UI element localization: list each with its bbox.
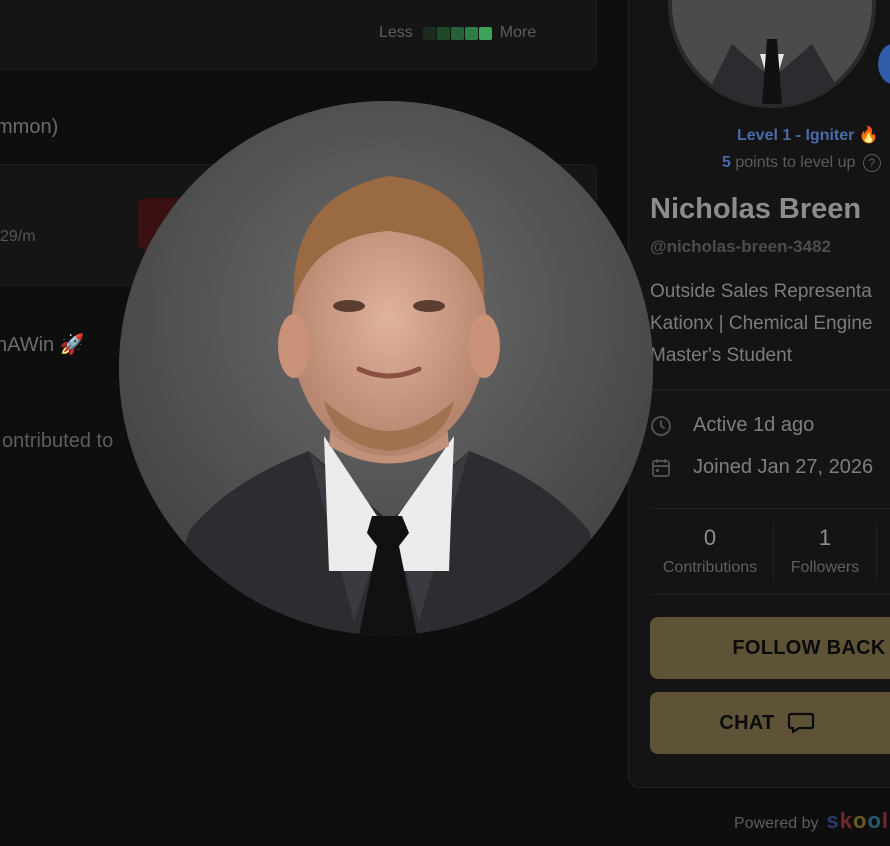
level-text: Level 1 - Igniter 🔥 bbox=[737, 127, 879, 144]
powered-by[interactable]: Powered by skool bbox=[734, 808, 889, 834]
legend-squares bbox=[422, 26, 492, 40]
stat-followers-label[interactable]: Followers bbox=[775, 559, 875, 577]
profile-name: Nicholas Breen bbox=[650, 193, 862, 225]
legend-square-5 bbox=[478, 26, 492, 40]
follow-back-button[interactable]: FOLLOW BACK bbox=[650, 617, 890, 679]
legend-square-4 bbox=[464, 26, 478, 40]
skool-letter-l: l bbox=[881, 808, 890, 833]
legend-square-1 bbox=[422, 26, 436, 40]
help-icon[interactable]: ? bbox=[862, 154, 881, 172]
stat-followers-value[interactable]: 1 bbox=[775, 525, 875, 551]
memberships-heading: mmon) bbox=[0, 116, 59, 138]
active-status: Active 1d ago bbox=[693, 414, 815, 436]
stat-divider-2 bbox=[876, 522, 877, 582]
level-label: Level 1 - Igniter 🔥 bbox=[737, 125, 879, 145]
skool-letter-o2: o bbox=[867, 808, 882, 833]
portrait-illustration bbox=[119, 101, 653, 635]
points-to-level: 5 points to level up ? bbox=[722, 154, 881, 172]
divider-3 bbox=[650, 594, 890, 595]
chat-bubble-icon bbox=[787, 711, 815, 735]
post-title[interactable]: nAWin 🚀 bbox=[0, 332, 85, 357]
skool-logo: skool bbox=[827, 808, 890, 834]
bio-line-3: Master's Student bbox=[650, 345, 792, 366]
stat-divider-1 bbox=[773, 522, 774, 582]
profile-photo-large[interactable] bbox=[119, 101, 653, 635]
divider-1 bbox=[650, 389, 890, 390]
legend-more-label: More bbox=[499, 24, 537, 41]
chat-button[interactable]: CHAT bbox=[650, 692, 890, 754]
joined-date: Joined Jan 27, 2026 bbox=[693, 456, 874, 478]
contribution-text: ontributed to bbox=[2, 430, 114, 452]
calendar-icon bbox=[650, 457, 672, 479]
active-row: Active 1d ago bbox=[650, 414, 814, 437]
profile-handle: @nicholas-breen-3482 bbox=[650, 237, 831, 256]
legend-square-2 bbox=[436, 26, 450, 40]
skool-letter-o1: o bbox=[853, 808, 868, 833]
points-text: points to level up bbox=[735, 154, 856, 171]
follow-back-label: FOLLOW BACK bbox=[732, 636, 886, 659]
powered-by-label: Powered by bbox=[734, 815, 819, 832]
points-number: 5 bbox=[722, 154, 731, 171]
legend-less-label: Less bbox=[379, 24, 413, 41]
chat-label: CHAT bbox=[719, 711, 775, 734]
group-price: 29/m bbox=[0, 228, 36, 245]
bio-line-2: Kationx | Chemical Engine bbox=[650, 313, 873, 334]
bio-line-1: Outside Sales Representa bbox=[650, 281, 872, 302]
stat-contributions-value[interactable]: 0 bbox=[650, 525, 770, 551]
skool-letter-s: s bbox=[826, 808, 840, 833]
skool-letter-k: k bbox=[839, 808, 853, 833]
clock-icon bbox=[650, 415, 672, 437]
joined-row: Joined Jan 27, 2026 bbox=[650, 456, 873, 479]
stat-contributions-label[interactable]: Contributions bbox=[650, 559, 770, 577]
profile-bio: Outside Sales Representa Kationx | Chemi… bbox=[650, 276, 890, 372]
legend-square-3 bbox=[450, 26, 464, 40]
divider-2 bbox=[650, 508, 890, 509]
activity-legend: Less More bbox=[379, 24, 536, 42]
